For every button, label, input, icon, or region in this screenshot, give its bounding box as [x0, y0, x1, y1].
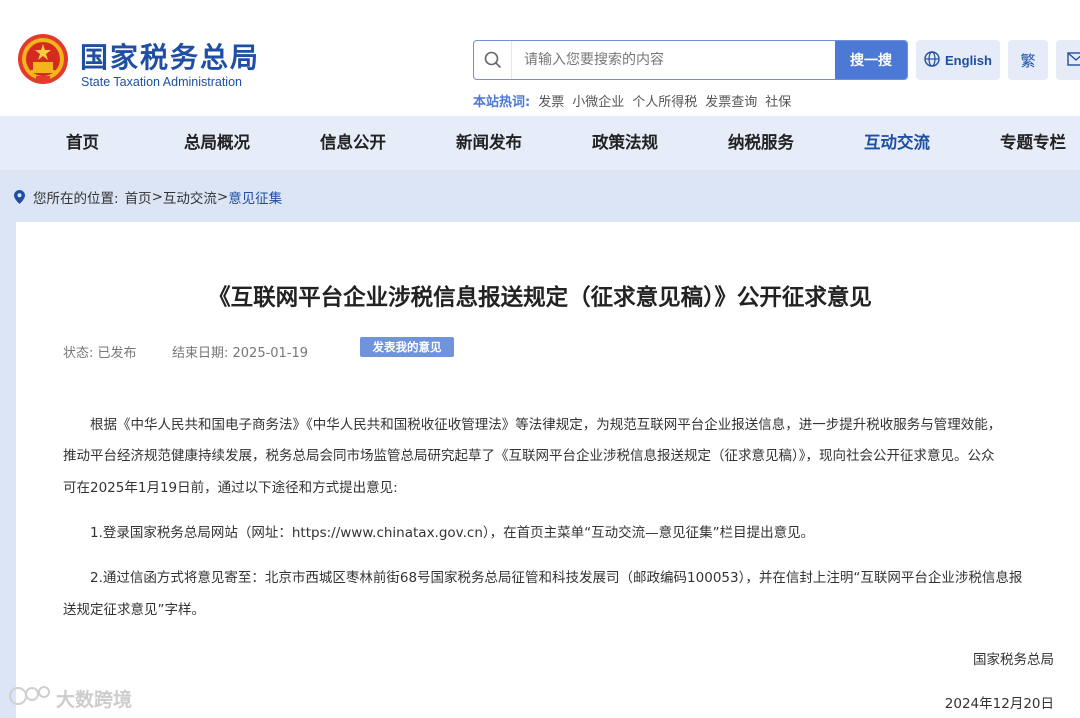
nav-item-policies[interactable]: 政策法规 — [592, 116, 658, 170]
hot-keyword[interactable]: 小微企业 — [572, 91, 624, 110]
english-button[interactable]: English — [916, 40, 1000, 80]
watermark-logo-icon — [8, 684, 52, 713]
paragraph-line: 推动平台经济规范健康持续发展，税务总局会同市场监管总局研究起草了《互联网平台企业… — [63, 448, 995, 464]
nav-item-tax-services[interactable]: 纳税服务 — [728, 116, 794, 170]
search-icon — [474, 41, 512, 79]
english-label: English — [945, 52, 992, 68]
breadcrumb-section[interactable]: 互动交流 — [163, 187, 217, 207]
mail-button[interactable] — [1056, 40, 1080, 80]
nav-item-info-disclosure[interactable]: 信息公开 — [320, 116, 386, 170]
search-box: 搜一搜 — [473, 40, 908, 80]
signature-date: 2024年12月20日 — [944, 696, 1054, 712]
watermark: 大数跨境 — [8, 684, 132, 713]
site-header: 国家税务总局 State Taxation Administration 搜一搜… — [0, 0, 1080, 116]
paragraph-line: 根据《中华人民共和国电子商务法》《中华人民共和国税收征收管理法》等法律规定，为规… — [90, 417, 1002, 433]
breadcrumb: 您所在的位置: 首页 > 互动交流 > 意见征集 — [14, 187, 282, 207]
nav-item-news[interactable]: 新闻发布 — [456, 116, 522, 170]
breadcrumb-label: 您所在的位置: — [33, 191, 119, 207]
article-title: 《互联网平台企业涉税信息报送规定（征求意见稿）》公开征求意见 — [208, 285, 872, 311]
article-end-date: 结束日期: 2025-01-19 — [172, 346, 309, 361]
hot-keyword[interactable]: 社保 — [765, 91, 791, 110]
national-emblem-icon[interactable] — [16, 32, 70, 88]
traditional-chinese-button[interactable]: 繁 — [1008, 40, 1048, 80]
breadcrumb-bar: 您所在的位置: 首页 > 互动交流 > 意见征集 — [0, 170, 1080, 222]
paragraph-line: 可在2025年1月19日前，通过以下途径和方式提出意见: — [63, 480, 398, 496]
signature-org: 国家税务总局 — [973, 652, 1054, 668]
location-pin-icon — [14, 190, 25, 204]
submit-opinion-button[interactable]: 发表我的意见 — [360, 337, 454, 357]
search-button[interactable]: 搜一搜 — [835, 41, 907, 79]
search-input[interactable] — [512, 42, 835, 78]
opinion-method-1: 1.登录国家税务总局网站（网址：https://www.chinatax.gov… — [90, 525, 815, 541]
nav-item-overview[interactable]: 总局概况 — [184, 116, 250, 170]
site-name-english[interactable]: State Taxation Administration — [81, 75, 242, 89]
site-name[interactable]: 国家税务总局 — [80, 36, 260, 76]
article-paragraph: 根据《中华人民共和国电子商务法》《中华人民共和国税收征收管理法》等法律规定，为规… — [63, 411, 1059, 440]
breadcrumb-home[interactable]: 首页 — [125, 187, 152, 207]
hot-keyword[interactable]: 发票 — [538, 91, 564, 110]
globe-icon — [924, 50, 940, 70]
hot-keywords: 本站热词: 发票 小微企业 个人所得税 发票查询 社保 — [473, 91, 791, 110]
article-status: 状态: 已发布 — [63, 346, 137, 361]
watermark-text: 大数跨境 — [56, 689, 133, 711]
breadcrumb-separator: > — [216, 189, 229, 205]
nav-item-special-topics[interactable]: 专题专栏 — [1000, 116, 1066, 170]
hot-keyword[interactable]: 个人所得税 — [632, 91, 697, 110]
breadcrumb-current[interactable]: 意见征集 — [228, 187, 282, 207]
hot-keywords-label: 本站热词: — [473, 95, 531, 110]
mail-icon — [1067, 51, 1080, 70]
hot-keyword[interactable]: 发票查询 — [705, 91, 757, 110]
main-nav: 首页 总局概况 信息公开 新闻发布 政策法规 纳税服务 互动交流 专题专栏 — [0, 116, 1080, 170]
nav-item-interaction[interactable]: 互动交流 — [864, 116, 930, 170]
breadcrumb-separator: > — [151, 189, 163, 205]
nav-item-home[interactable]: 首页 — [66, 116, 99, 170]
opinion-method-2: 2.通过信函方式将意见寄至：北京市西城区枣林前街68号国家税务总局征管和科技发展… — [90, 570, 1023, 586]
paragraph-line: 送规定征求意见”字样。 — [63, 602, 205, 618]
